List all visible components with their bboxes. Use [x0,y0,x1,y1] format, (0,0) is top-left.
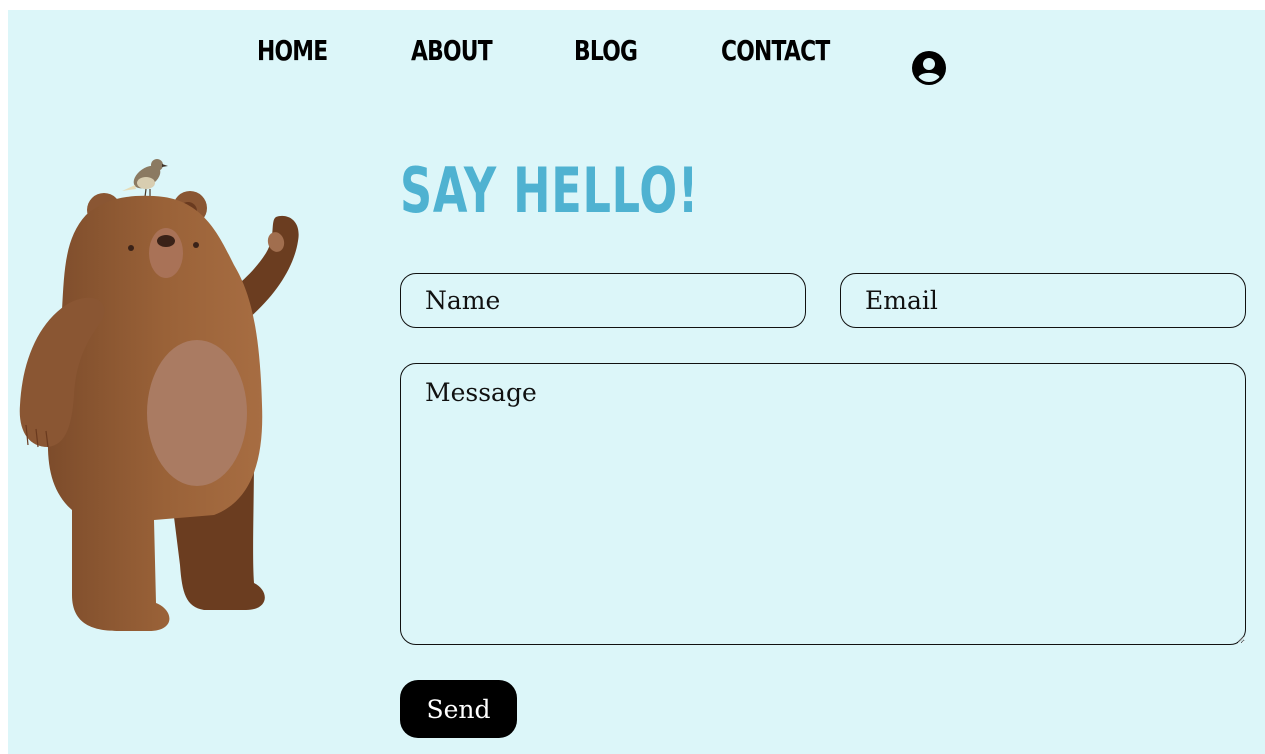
bear-illustration [14,155,304,635]
email-field[interactable] [840,273,1246,328]
account-circle-icon[interactable] [912,51,946,85]
message-field[interactable] [400,363,1246,645]
page-title: SAY HELLO! [400,154,699,227]
nav-about[interactable]: ABOUT [411,34,493,67]
nav-home[interactable]: HOME [257,34,328,67]
name-field[interactable] [400,273,806,328]
main-nav: HOME ABOUT BLOG CONTACT [8,34,1265,85]
nav-blog[interactable]: BLOG [574,34,638,67]
send-button[interactable]: Send [400,680,517,738]
bird-illustration [122,159,168,198]
nav-contact[interactable]: CONTACT [721,34,830,67]
contact-page: HOME ABOUT BLOG CONTACT SAY HELLO! Name … [8,10,1265,754]
